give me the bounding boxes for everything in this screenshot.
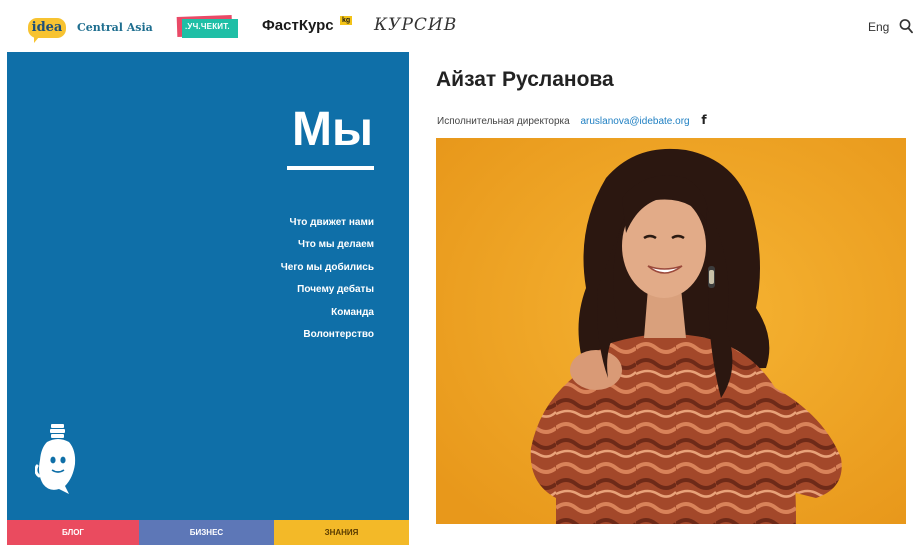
facebook-icon[interactable]: f <box>701 113 706 127</box>
about-panel: Мы Что движет нами Что мы делаем Чего мы… <box>7 52 409 520</box>
fastkurs-logo[interactable]: ФастКурс <box>262 17 334 34</box>
nav-item-volunteering[interactable]: Волонтерство <box>281 324 374 346</box>
profile-role: Исполнительная директорка <box>437 116 570 127</box>
nav-item-team[interactable]: Команда <box>281 302 374 324</box>
nav-item-achievements[interactable]: Чего мы добились <box>281 257 374 279</box>
profile-meta: Исполнительная директорка aruslanova@ide… <box>437 113 707 127</box>
language-switch[interactable]: Eng <box>868 20 889 34</box>
panel-title: Мы <box>292 103 373 156</box>
idea-logo[interactable]: idea <box>28 18 66 43</box>
kursiv-logo[interactable]: КУРСИВ <box>374 15 457 35</box>
profile-photo <box>436 138 906 524</box>
title-underline <box>287 166 374 170</box>
nav-item-what-drives-us[interactable]: Что движет нами <box>281 212 374 234</box>
nav-item-what-we-do[interactable]: Что мы делаем <box>281 234 374 256</box>
profile-name: Айзат Русланова <box>436 68 614 91</box>
about-nav: Что движет нами Что мы делаем Чего мы до… <box>281 212 374 346</box>
top-bar: idea Central Asia .УЧ.ЧЕКИТ. ФастКурс kg… <box>0 0 917 52</box>
tab-knowledge[interactable]: ЗНАНИЯ <box>274 520 409 545</box>
profile-email-link[interactable]: aruslanova@idebate.org <box>580 116 689 127</box>
factcheck-logo[interactable]: .УЧ.ЧЕКИТ. <box>176 15 238 38</box>
nav-item-why-debates[interactable]: Почему дебаты <box>281 279 374 301</box>
factcheck-logo-text: .УЧ.ЧЕКИТ. <box>185 22 230 31</box>
central-asia-logo-text[interactable]: Central Asia <box>77 21 153 34</box>
fastkurs-badge: kg <box>340 16 353 25</box>
search-icon[interactable] <box>899 18 913 34</box>
tab-blog[interactable]: БЛОГ <box>7 520 139 545</box>
tab-business[interactable]: БИЗНЕС <box>139 520 274 545</box>
lightbulb-mascot-icon <box>35 424 76 494</box>
